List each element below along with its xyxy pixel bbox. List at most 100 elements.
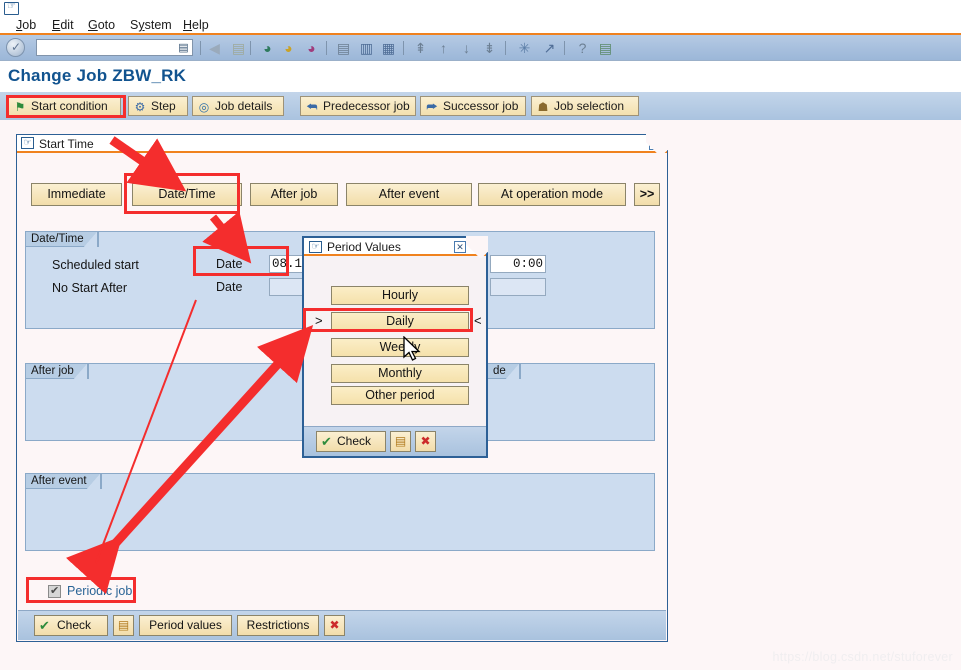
period-values-title: Period Values <box>327 240 401 254</box>
tab-button-row: ⚑ Start condition ⚙ Step ◎ Job details ⮪… <box>0 92 961 208</box>
selection-marker-right: < <box>474 313 482 328</box>
start-time-panel-footer: ✔ Check ▤ Period values Restrictions ✖ <box>18 610 666 640</box>
check-icon: ✔ <box>321 434 332 449</box>
scheduled-start-date-label: Date <box>216 257 243 271</box>
tab-successor-job-label: Successor job <box>443 99 519 113</box>
after-job-group-legend: After job <box>25 363 89 379</box>
start-time-panel-title-bar: ☞ Start Time ✕ <box>17 135 667 153</box>
cancel-icon[interactable]: ◕ <box>279 39 298 57</box>
person-icon: ☗ <box>537 100 549 114</box>
operation-mode-group: de <box>487 363 655 441</box>
toolbar-divider <box>0 60 961 61</box>
tab-start-condition[interactable]: ⚑ Start condition <box>8 96 121 116</box>
find-icon[interactable]: ▥ <box>357 39 376 57</box>
periodic-job-label: Periodic job <box>67 584 133 598</box>
scheduled-start-label: Scheduled start <box>52 258 139 272</box>
save-icon[interactable]: ▤ <box>229 39 248 57</box>
customize-icon[interactable]: ▤ <box>596 39 615 57</box>
period-option-monthly[interactable]: Monthly <box>331 364 469 383</box>
successor-icon: ⮫ <box>426 100 438 114</box>
command-toolbar: ▤ ◀ ▤ ◕ ◕ ◕ ▤ ▥ ▦ ⇞ ↑ ↓ ⇟ ✳ ↗ ? ▤ <box>0 35 961 60</box>
tab-predecessor-job[interactable]: ⮪ Predecessor job <box>300 96 416 116</box>
selection-marker-left: > <box>315 313 323 328</box>
ok-check-icon[interactable] <box>6 38 25 57</box>
find-next-icon[interactable]: ▦ <box>379 39 398 57</box>
period-values-dialog: ☞ Period Values ✕ Hourly Daily Weekly Mo… <box>302 236 488 458</box>
period-values-button[interactable]: Period values <box>139 615 232 636</box>
help-icon[interactable]: ? <box>573 39 592 57</box>
menu-item-edit[interactable]: Edit <box>52 18 74 32</box>
start-type-immediate-button[interactable]: Immediate <box>31 183 122 206</box>
period-option-daily[interactable]: Daily <box>331 312 469 331</box>
watermark: https://blog.csdn.net/stuforever <box>772 650 953 664</box>
stop-icon[interactable]: ◕ <box>302 39 321 57</box>
check-button[interactable]: ✔ Check <box>34 615 108 636</box>
next-page-icon[interactable]: ↓ <box>457 39 476 57</box>
start-type-operation-mode-button[interactable]: At operation mode <box>478 183 626 206</box>
dialog-check-button[interactable]: ✔ Check <box>316 431 386 452</box>
first-page-icon[interactable]: ⇞ <box>411 39 430 57</box>
save-button[interactable]: ▤ <box>113 615 134 636</box>
operation-mode-group-legend: de <box>487 363 521 379</box>
page-title: Change Job ZBW_RK <box>8 66 187 85</box>
period-option-weekly[interactable]: Weekly <box>331 338 469 357</box>
window-menu-icon[interactable]: ☞ <box>4 2 19 15</box>
no-start-after-date-label: Date <box>216 280 243 294</box>
after-event-group: After event <box>25 473 655 551</box>
start-type-date-time-button[interactable]: Date/Time <box>132 183 242 206</box>
period-option-hourly[interactable]: Hourly <box>331 286 469 305</box>
start-type-after-job-button[interactable]: After job <box>250 183 338 206</box>
menu-bar: Job Edit Goto System Help <box>0 18 961 33</box>
previous-page-icon[interactable]: ↑ <box>434 39 453 57</box>
period-values-footer: ✔ Check ▤ ✖ <box>304 426 486 456</box>
periodic-job-checkbox[interactable] <box>48 584 61 598</box>
print-icon[interactable]: ▤ <box>334 39 353 57</box>
start-type-after-event-button[interactable]: After event <box>346 183 472 206</box>
dialog-corner-fold <box>466 236 488 258</box>
window-title-bar: ☞ <box>0 0 961 18</box>
no-start-after-label: No Start After <box>52 281 128 295</box>
tab-job-selection[interactable]: ☗ Job selection <box>531 96 639 116</box>
menu-item-goto[interactable]: Goto <box>88 18 115 32</box>
create-shortcut-icon[interactable]: ↗ <box>540 39 559 57</box>
tab-step-label: Step <box>151 99 176 113</box>
flag-icon: ⚑ <box>14 100 26 114</box>
check-button-label: Check <box>57 618 92 632</box>
command-field-dropdown-icon[interactable]: ▤ <box>177 41 190 55</box>
scheduled-start-time-input[interactable]: 0:00 <box>490 255 546 273</box>
dialog-save-button[interactable]: ▤ <box>390 431 411 452</box>
cancel-button[interactable]: ✖ <box>324 615 345 636</box>
exit-icon[interactable]: ◕ <box>258 39 277 57</box>
menu-item-system[interactable]: System <box>130 18 172 32</box>
after-event-group-legend: After event <box>25 473 102 489</box>
dialog-cancel-button[interactable]: ✖ <box>415 431 436 452</box>
start-time-panel-title: Start Time <box>39 137 94 151</box>
date-time-group-legend: Date/Time <box>25 231 99 247</box>
dialog-icon: ☞ <box>21 137 34 149</box>
back-icon[interactable]: ◀ <box>205 39 224 57</box>
check-icon: ✔ <box>39 618 50 633</box>
tab-step[interactable]: ⚙ Step <box>128 96 188 116</box>
tab-predecessor-job-label: Predecessor job <box>323 99 410 113</box>
tab-job-details[interactable]: ◎ Job details <box>192 96 284 116</box>
restrictions-button[interactable]: Restrictions <box>237 615 319 636</box>
dialog-icon: ☞ <box>309 241 322 253</box>
create-session-icon[interactable]: ✳ <box>515 39 534 57</box>
tab-start-condition-label: Start condition <box>31 99 108 113</box>
menu-item-help[interactable]: Help <box>183 18 209 32</box>
last-page-icon[interactable]: ⇟ <box>480 39 499 57</box>
predecessor-icon: ⮪ <box>306 100 318 114</box>
period-option-other[interactable]: Other period <box>331 386 469 405</box>
start-type-more-button[interactable]: >> <box>634 183 660 206</box>
magnifier-icon: ◎ <box>198 100 210 114</box>
dialog-check-button-label: Check <box>337 434 372 448</box>
tab-job-details-label: Job details <box>215 99 273 113</box>
no-start-after-time-input[interactable] <box>490 278 546 296</box>
command-input[interactable]: ▤ <box>36 39 193 56</box>
period-values-title-bar: ☞ Period Values ✕ <box>304 238 486 256</box>
panel-corner-fold <box>646 134 668 156</box>
tab-successor-job[interactable]: ⮫ Successor job <box>420 96 526 116</box>
tab-job-selection-label: Job selection <box>554 99 625 113</box>
menu-item-job[interactable]: Job <box>16 18 36 32</box>
close-icon[interactable]: ✕ <box>454 241 466 253</box>
